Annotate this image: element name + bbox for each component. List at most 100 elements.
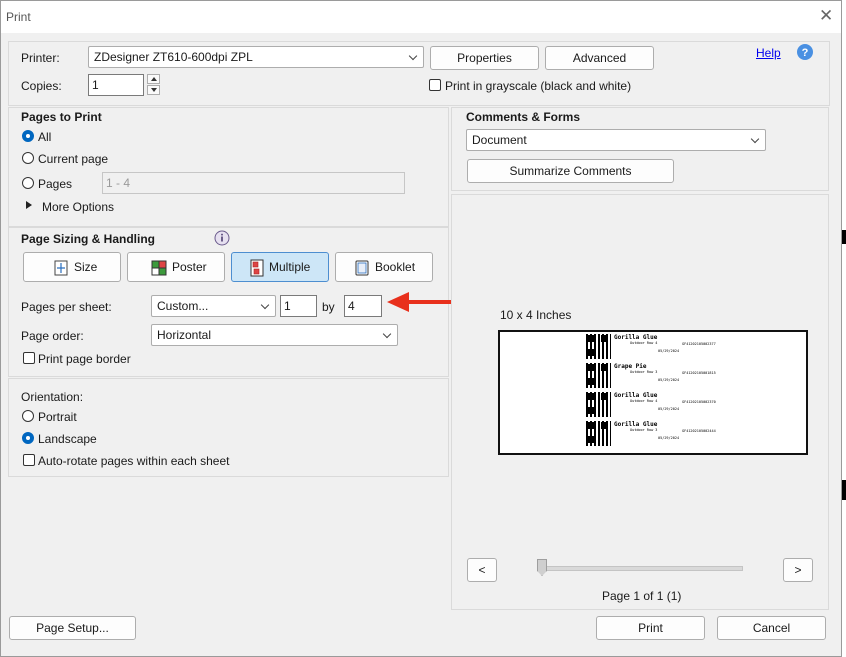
title-bar: Print ✕ <box>1 1 841 33</box>
next-page-button[interactable]: > <box>783 558 813 582</box>
copies-increment-button[interactable] <box>147 74 160 84</box>
qr-code-icon <box>586 334 611 359</box>
comments-forms-value: Document <box>472 133 527 147</box>
printer-select[interactable]: ZDesigner ZT610-600dpi ZPL <box>88 46 424 68</box>
size-icon <box>54 260 68 276</box>
close-icon[interactable]: ✕ <box>819 6 833 26</box>
page-sizing-title: Page Sizing & Handling <box>21 232 156 246</box>
expand-arrow-icon[interactable] <box>26 201 32 209</box>
summarize-comments-button[interactable]: Summarize Comments <box>467 159 674 183</box>
page-order-value: Horizontal <box>157 328 212 342</box>
comments-forms-title: Comments & Forms <box>466 110 581 124</box>
pages-per-sheet-select[interactable]: Custom... <box>151 295 276 317</box>
autorotate-checkbox[interactable] <box>23 454 35 466</box>
print-dialog: Print ✕ Printer: ZDesigner ZT610-600dpi … <box>0 0 842 657</box>
pages-to-print-title: Pages to Print <box>21 110 102 124</box>
pages-range-label: Pages <box>38 177 73 191</box>
page-order-label: Page order: <box>21 329 84 343</box>
label-subtitle: Outdoor Row 3 <box>630 428 658 432</box>
autorotate-label: Auto-rotate pages within each sheet <box>38 454 230 468</box>
all-pages-label: All <box>38 130 52 144</box>
pages-range-input[interactable]: 1 - 4 <box>102 172 405 194</box>
print-button[interactable]: Print <box>596 616 705 640</box>
pages-per-sheet-label: Pages per sheet: <box>21 300 112 314</box>
print-border-label: Print page border <box>38 352 131 366</box>
copies-decrement-button[interactable] <box>147 85 160 95</box>
booklet-label: Booklet <box>375 260 416 274</box>
qr-code-icon <box>586 363 611 388</box>
portrait-label: Portrait <box>38 410 77 424</box>
label-name: Gorilla Glue <box>614 334 658 341</box>
chevron-down-icon <box>382 329 392 339</box>
copies-label: Copies: <box>21 79 62 93</box>
label-name: Grape Pie <box>614 363 647 370</box>
label-date: 05/29/2024 <box>658 436 680 440</box>
svg-text:?: ? <box>802 47 809 59</box>
label-date: 05/29/2024 <box>658 407 680 411</box>
chevron-down-icon <box>260 300 270 310</box>
booklet-button[interactable]: Booklet <box>335 252 433 282</box>
booklet-icon <box>355 260 369 276</box>
qr-code-icon <box>586 392 611 417</box>
label-subtitle: Outdoor Row 3 <box>630 370 658 374</box>
preview-label: Grape Pie Outdoor Row 3 GF41202105001815… <box>586 363 736 388</box>
grayscale-checkbox[interactable] <box>429 79 441 91</box>
comments-forms-select[interactable]: Document <box>466 129 766 151</box>
copies-input[interactable]: 1 <box>88 74 144 96</box>
size-button[interactable]: Size <box>23 252 121 282</box>
chevron-down-icon <box>750 134 760 144</box>
poster-label: Poster <box>172 260 207 274</box>
label-code: GF41202105002377 <box>682 342 716 346</box>
size-label: Size <box>74 260 98 274</box>
page-status: Page 1 of 1 (1) <box>602 589 682 603</box>
label-code: GF41202105001815 <box>682 371 716 375</box>
portrait-radio[interactable] <box>22 410 34 422</box>
columns-input[interactable]: 1 <box>280 295 317 317</box>
pages-range-radio[interactable] <box>22 177 34 189</box>
preview-page: Gorilla Glue Outdoor Row 4 GF41202105002… <box>498 330 808 455</box>
help-link[interactable]: Help <box>756 46 781 60</box>
qr-code-icon <box>586 421 611 446</box>
preview-label: Gorilla Glue Outdoor Row 4 GF41202105002… <box>586 334 736 359</box>
preview-size-label: 10 x 4 Inches <box>500 308 572 322</box>
preview-label: Gorilla Glue Outdoor Row 3 GF41202105002… <box>586 421 736 446</box>
label-date: 05/29/2024 <box>658 349 680 353</box>
info-icon[interactable] <box>214 230 230 246</box>
rows-input[interactable]: 4 <box>344 295 382 317</box>
print-border-checkbox[interactable] <box>23 352 35 364</box>
chevron-down-icon <box>408 51 418 61</box>
all-pages-radio[interactable] <box>22 130 34 142</box>
page-slider-track[interactable] <box>541 566 743 571</box>
help-icon[interactable]: ? <box>796 43 814 61</box>
previous-page-button[interactable]: < <box>467 558 497 582</box>
current-page-label: Current page <box>38 152 109 166</box>
properties-button[interactable]: Properties <box>430 46 539 70</box>
label-subtitle: Outdoor Row 4 <box>630 399 658 403</box>
multiple-pages-icon <box>250 259 264 277</box>
label-code: GF41202105002370 <box>682 400 716 404</box>
grayscale-label: Print in grayscale (black and white) <box>445 79 632 93</box>
advanced-button[interactable]: Advanced <box>545 46 654 70</box>
multiple-button[interactable]: Multiple <box>231 252 329 282</box>
by-label: by <box>322 300 335 314</box>
multiple-label: Multiple <box>269 260 311 274</box>
window-title: Print <box>6 10 31 24</box>
cancel-button[interactable]: Cancel <box>717 616 826 640</box>
label-name: Gorilla Glue <box>614 392 658 399</box>
label-name: Gorilla Glue <box>614 421 658 428</box>
label-subtitle: Outdoor Row 4 <box>630 341 658 345</box>
poster-button[interactable]: Poster <box>127 252 225 282</box>
label-date: 05/29/2024 <box>658 378 680 382</box>
page-order-select[interactable]: Horizontal <box>151 324 398 346</box>
landscape-radio[interactable] <box>22 432 34 444</box>
poster-icon <box>151 260 167 276</box>
page-setup-button[interactable]: Page Setup... <box>9 616 136 640</box>
printer-value: ZDesigner ZT610-600dpi ZPL <box>94 50 253 64</box>
pages-per-sheet-value: Custom... <box>157 299 209 313</box>
landscape-label: Landscape <box>38 432 97 446</box>
current-page-radio[interactable] <box>22 152 34 164</box>
label-code: GF41202105002444 <box>682 429 716 433</box>
orientation-title: Orientation: <box>21 390 84 404</box>
more-options-label[interactable]: More Options <box>42 200 114 214</box>
printer-label: Printer: <box>21 51 60 65</box>
